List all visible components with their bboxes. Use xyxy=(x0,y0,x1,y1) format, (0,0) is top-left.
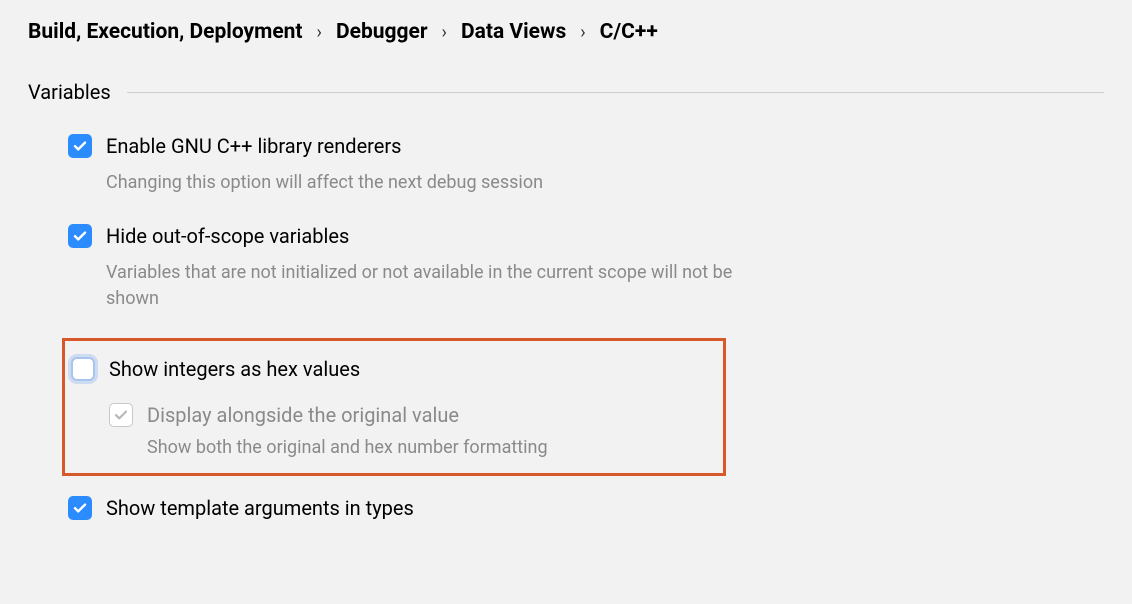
divider xyxy=(127,92,1104,93)
check-icon xyxy=(72,138,88,154)
highlighted-region: Show integers as hex values Display alon… xyxy=(62,338,726,476)
breadcrumb-item[interactable]: C/C++ xyxy=(600,20,658,44)
breadcrumb-item[interactable]: Debugger xyxy=(336,20,428,44)
option-desc-hide-out-of-scope: Variables that are not initialized or no… xyxy=(106,260,746,312)
check-icon xyxy=(72,228,88,244)
checkbox-show-template-args[interactable] xyxy=(68,496,92,520)
check-icon xyxy=(72,500,88,516)
option-label-display-alongside: Display alongside the original value xyxy=(147,401,459,429)
option-label-show-template-args: Show template arguments in types xyxy=(106,494,414,522)
breadcrumb: Build, Execution, Deployment › Debugger … xyxy=(28,20,1104,44)
checkbox-hide-out-of-scope[interactable] xyxy=(68,224,92,248)
breadcrumb-item[interactable]: Build, Execution, Deployment xyxy=(28,20,303,44)
check-icon xyxy=(113,407,129,423)
chevron-right-icon: › xyxy=(442,22,447,43)
checkbox-gnu-renderers[interactable] xyxy=(68,134,92,158)
option-desc-gnu-renderers: Changing this option will affect the nex… xyxy=(106,170,746,196)
breadcrumb-item[interactable]: Data Views xyxy=(461,20,566,44)
option-desc-display-alongside: Show both the original and hex number fo… xyxy=(147,435,723,461)
checkbox-show-hex[interactable] xyxy=(71,357,95,381)
checkbox-display-alongside xyxy=(109,403,133,427)
section-title: Variables xyxy=(28,80,111,104)
section-header: Variables xyxy=(28,80,1104,104)
chevron-right-icon: › xyxy=(580,22,585,43)
chevron-right-icon: › xyxy=(317,22,322,43)
option-label-gnu-renderers: Enable GNU C++ library renderers xyxy=(106,132,401,160)
option-label-show-hex: Show integers as hex values xyxy=(109,355,360,383)
option-label-hide-out-of-scope: Hide out-of-scope variables xyxy=(106,222,349,250)
